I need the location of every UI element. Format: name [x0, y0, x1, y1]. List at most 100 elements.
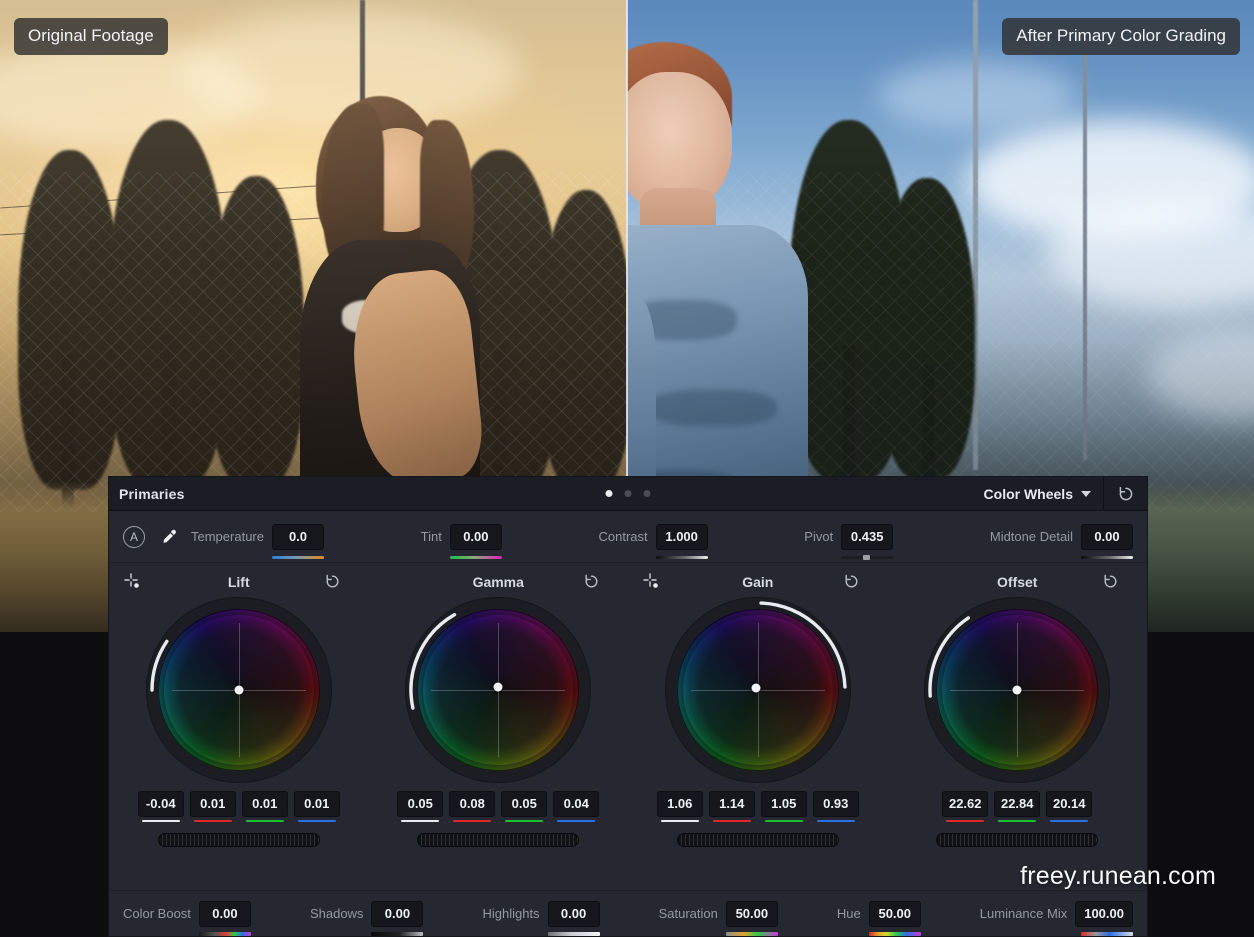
value-text[interactable]: -0.04 — [138, 791, 184, 817]
slider-value[interactable]: 1.000 — [656, 524, 708, 550]
value-field-blue[interactable]: 0.04 — [553, 791, 599, 817]
control-gradient-bar[interactable] — [199, 932, 251, 936]
slider-midtone-detail[interactable]: Midtone Detail0.00 — [990, 524, 1133, 550]
control-color-boost[interactable]: Color Boost0.00 — [123, 901, 251, 927]
value-field-green[interactable]: 0.05 — [501, 791, 547, 817]
value-text[interactable]: 0.05 — [397, 791, 443, 817]
value-field-blue[interactable]: 20.14 — [1046, 791, 1092, 817]
value-field-blue[interactable]: 0.01 — [294, 791, 340, 817]
panel-header: Primaries Color Wheels — [109, 477, 1147, 511]
wheel-hue-disc[interactable] — [158, 609, 320, 771]
wheel-mode-select[interactable]: Color Wheels — [970, 477, 1103, 510]
wheel-scrubber-gamma[interactable] — [417, 833, 579, 847]
value-field-master[interactable]: -0.04 — [138, 791, 184, 817]
wheel-picker-button[interactable] — [642, 572, 660, 595]
value-text[interactable]: 0.04 — [553, 791, 599, 817]
wheel-position-handle[interactable] — [752, 684, 761, 693]
wheel-scrubber-gain[interactable] — [677, 833, 839, 847]
slider-label: Contrast — [599, 529, 648, 544]
value-text[interactable]: 20.14 — [1046, 791, 1092, 817]
eyedropper-icon[interactable] — [157, 525, 181, 549]
wheel-position-handle[interactable] — [494, 682, 503, 691]
value-field-master[interactable]: 1.06 — [657, 791, 703, 817]
control-gradient-bar[interactable] — [1081, 932, 1133, 936]
wheel-reset-button[interactable] — [583, 573, 600, 595]
wheel-hue-disc[interactable] — [417, 609, 579, 771]
value-text[interactable]: 1.05 — [761, 791, 807, 817]
wheel-position-handle[interactable] — [1013, 686, 1022, 695]
value-text[interactable]: 0.93 — [813, 791, 859, 817]
control-highlights[interactable]: Highlights0.00 — [482, 901, 599, 927]
value-field-red[interactable]: 22.62 — [942, 791, 988, 817]
value-text[interactable]: 1.14 — [709, 791, 755, 817]
reset-icon — [324, 573, 341, 590]
page-dots[interactable] — [606, 490, 651, 497]
slider-value[interactable]: 0.00 — [1081, 524, 1133, 550]
control-luminance-mix[interactable]: Luminance Mix100.00 — [980, 901, 1133, 927]
color-wheel-lift[interactable] — [146, 597, 332, 783]
value-text[interactable]: 1.06 — [657, 791, 703, 817]
slider-value[interactable]: 0.00 — [450, 524, 502, 550]
control-value[interactable]: 50.00 — [869, 901, 921, 927]
slider-gradient-bar[interactable] — [841, 556, 893, 559]
color-wheel-offset[interactable] — [924, 597, 1110, 783]
wheel-hue-disc[interactable] — [936, 609, 1098, 771]
color-wheel-gain[interactable] — [665, 597, 851, 783]
slider-value[interactable]: 0.435 — [841, 524, 893, 550]
slider-value[interactable]: 0.0 — [272, 524, 324, 550]
page-dot[interactable] — [625, 490, 632, 497]
slider-temperature[interactable]: Temperature0.0 — [191, 524, 324, 550]
value-field-red[interactable]: 1.14 — [709, 791, 755, 817]
control-saturation[interactable]: Saturation 50.00 — [659, 901, 778, 927]
control-label: Saturation — [659, 906, 718, 921]
page-dot[interactable] — [606, 490, 613, 497]
slider-contrast[interactable]: Contrast 1.000 — [599, 524, 708, 550]
value-field-master[interactable]: 0.05 — [397, 791, 443, 817]
slider-gradient-bar[interactable] — [272, 556, 324, 559]
wheel-picker-button[interactable] — [123, 572, 141, 595]
control-hue[interactable]: Hue50.00 — [837, 901, 921, 927]
wheel-reset-button[interactable] — [843, 573, 860, 595]
page-dot[interactable] — [644, 490, 651, 497]
wheel-position-handle[interactable] — [234, 686, 243, 695]
wheel-header-gain: Gain — [628, 567, 888, 597]
color-wheel-gamma[interactable] — [405, 597, 591, 783]
value-text[interactable]: 0.08 — [449, 791, 495, 817]
control-gradient-bar[interactable] — [726, 932, 778, 936]
wheel-scrubber-lift[interactable] — [158, 833, 320, 847]
slider-tint[interactable]: Tint0.00 — [421, 524, 502, 550]
wheel-header-lift: Lift — [109, 567, 369, 597]
slider-gradient-bar[interactable] — [656, 556, 708, 559]
value-field-blue[interactable]: 0.93 — [813, 791, 859, 817]
value-field-green[interactable]: 0.01 — [242, 791, 288, 817]
control-value[interactable]: 0.00 — [371, 901, 423, 927]
wheel-reset-button[interactable] — [1102, 573, 1119, 595]
panel-reset-button[interactable] — [1103, 477, 1147, 510]
wheel-hue-disc[interactable] — [677, 609, 839, 771]
value-text[interactable]: 22.62 — [942, 791, 988, 817]
value-text[interactable]: 0.01 — [294, 791, 340, 817]
channel-indicator-green — [765, 820, 803, 823]
value-field-green[interactable]: 22.84 — [994, 791, 1040, 817]
value-field-green[interactable]: 1.05 — [761, 791, 807, 817]
value-text[interactable]: 0.01 — [190, 791, 236, 817]
control-value[interactable]: 0.00 — [548, 901, 600, 927]
control-value[interactable]: 0.00 — [199, 901, 251, 927]
control-gradient-bar[interactable] — [548, 932, 600, 936]
control-gradient-bar[interactable] — [371, 932, 423, 936]
auto-balance-icon[interactable]: A — [123, 526, 145, 548]
slider-gradient-bar[interactable] — [450, 556, 502, 559]
wheel-scrubber-offset[interactable] — [936, 833, 1098, 847]
slider-pivot[interactable]: Pivot0.435 — [804, 524, 893, 550]
wheel-reset-button[interactable] — [324, 573, 341, 595]
value-field-red[interactable]: 0.01 — [190, 791, 236, 817]
control-value[interactable]: 50.00 — [726, 901, 778, 927]
value-text[interactable]: 22.84 — [994, 791, 1040, 817]
control-shadows[interactable]: Shadows0.00 — [310, 901, 423, 927]
value-field-red[interactable]: 0.08 — [449, 791, 495, 817]
control-value[interactable]: 100.00 — [1075, 901, 1133, 927]
slider-gradient-bar[interactable] — [1081, 556, 1133, 559]
value-text[interactable]: 0.01 — [242, 791, 288, 817]
control-gradient-bar[interactable] — [869, 932, 921, 936]
value-text[interactable]: 0.05 — [501, 791, 547, 817]
